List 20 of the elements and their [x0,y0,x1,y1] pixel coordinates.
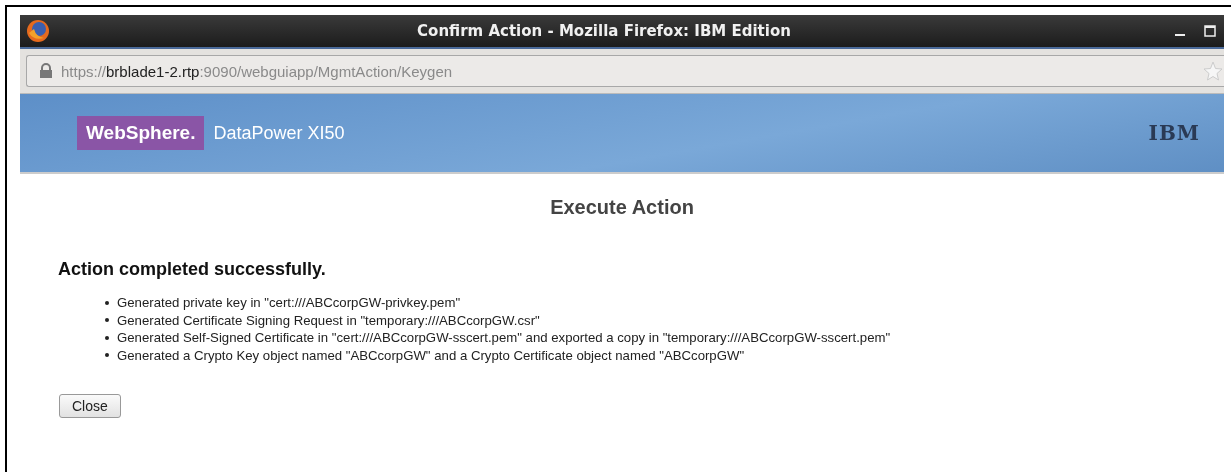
maximize-icon[interactable] [1202,23,1218,39]
page-title: Execute Action [549,196,695,219]
product-name: DataPower XI50 [213,122,346,144]
star-icon[interactable] [1202,60,1224,82]
vendor-logo: IBM [1148,121,1200,145]
result-item: Generated Certificate Signing Request in "temporary:///ABCcorpGW.csr" [117,312,540,328]
bullet-icon [105,300,109,305]
bullet-icon [105,318,109,323]
result-item: Generated a Crypto Key object named "ABCcorpGW" and a Crypto Certificate object named "ABCcorpGW" [117,347,745,363]
close-button[interactable]: Close [59,394,121,418]
bullet-icon [105,335,109,340]
bullet-icon [105,353,109,358]
result-item: Generated private key in "cert:///ABCcorpGW-privkey.pem" [117,295,461,311]
globe-icon [26,19,50,43]
result-item: Generated Self-Signed Certificate in "cert:///ABCcorpGW-sscert.pem" and exported a copy in "temporary:///ABCcorpGW-sscert.pem" [117,330,891,346]
status-heading: Action completed successfully. [58,259,327,280]
lock-icon [39,63,53,79]
address-field[interactable]: https://brblade1-2.rtp:9090/webguiapp/MgmtAction/Keygen [26,55,1224,87]
product-badge: WebSphere. [77,116,205,150]
window-title: Confirm Action - Mozilla Firefox: IBM Edition [416,22,792,40]
